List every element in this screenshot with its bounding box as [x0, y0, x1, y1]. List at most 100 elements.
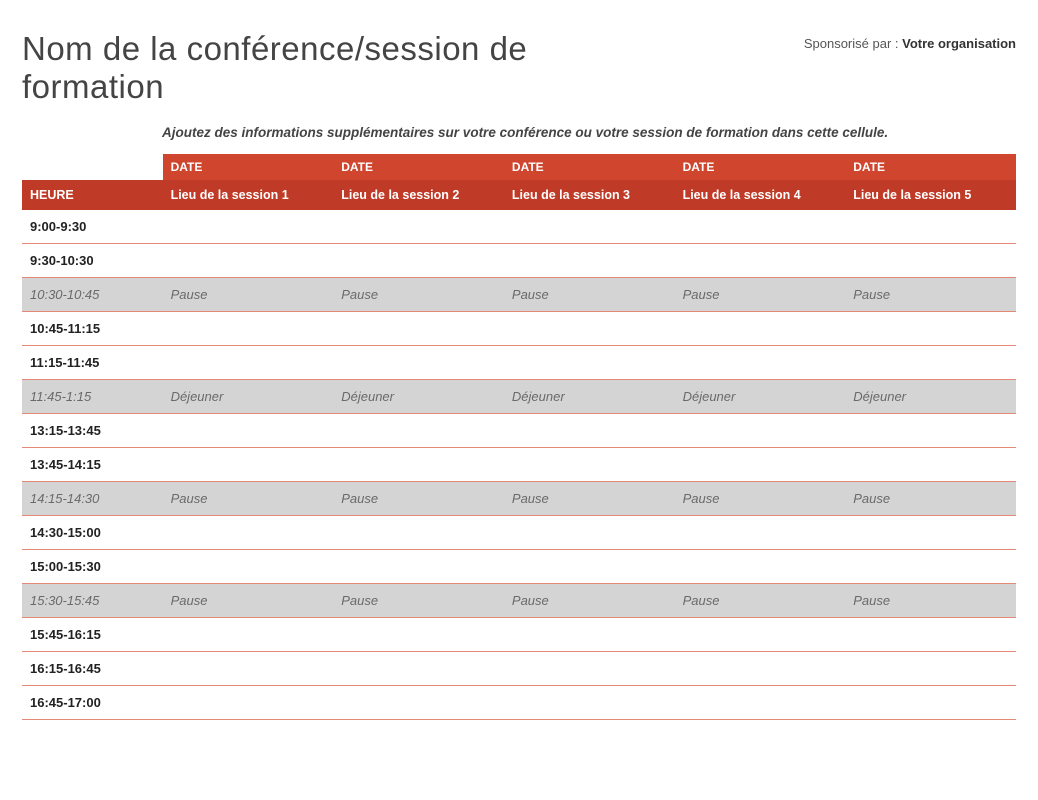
time-cell: 13:15-13:45 — [22, 414, 163, 448]
table-row: 10:30-10:45PausePausePausePausePause — [22, 278, 1016, 312]
session-cell — [163, 686, 334, 720]
session-cell — [333, 312, 504, 346]
session-cell: Pause — [163, 278, 334, 312]
table-row: 16:45-17:00 — [22, 686, 1016, 720]
session-cell — [163, 244, 334, 278]
session-cell — [845, 516, 1016, 550]
session-cell — [163, 312, 334, 346]
header-row-sessions: HEURE Lieu de la session 1 Lieu de la se… — [22, 180, 1016, 210]
session-cell — [675, 210, 846, 244]
session-cell — [504, 448, 675, 482]
session-cell — [675, 618, 846, 652]
session-cell — [163, 210, 334, 244]
session-cell — [845, 414, 1016, 448]
session-cell — [504, 244, 675, 278]
session-cell — [675, 652, 846, 686]
session-cell: Déjeuner — [504, 380, 675, 414]
table-row: 11:45-1:15DéjeunerDéjeunerDéjeunerDéjeun… — [22, 380, 1016, 414]
session-cell: Déjeuner — [845, 380, 1016, 414]
time-cell: 14:15-14:30 — [22, 482, 163, 516]
session-header-5: Lieu de la session 5 — [845, 180, 1016, 210]
session-cell — [504, 346, 675, 380]
session-cell — [845, 686, 1016, 720]
session-cell — [504, 618, 675, 652]
session-cell — [333, 210, 504, 244]
session-cell — [845, 346, 1016, 380]
session-cell — [333, 516, 504, 550]
session-cell — [333, 414, 504, 448]
session-cell — [333, 618, 504, 652]
session-cell — [675, 550, 846, 584]
time-header: HEURE — [22, 180, 163, 210]
table-row: 11:15-11:45 — [22, 346, 1016, 380]
subtitle-block: Ajoutez des informations supplémentaires… — [162, 124, 1016, 142]
header-blank — [22, 154, 163, 180]
date-header-5: DATE — [845, 154, 1016, 180]
session-cell — [845, 618, 1016, 652]
session-cell — [333, 652, 504, 686]
date-header-2: DATE — [333, 154, 504, 180]
session-cell: Pause — [675, 482, 846, 516]
session-cell — [333, 550, 504, 584]
table-row: 9:00-9:30 — [22, 210, 1016, 244]
session-header-4: Lieu de la session 4 — [675, 180, 846, 210]
session-cell — [504, 550, 675, 584]
time-cell: 15:45-16:15 — [22, 618, 163, 652]
session-header-1: Lieu de la session 1 — [163, 180, 334, 210]
date-header-4: DATE — [675, 154, 846, 180]
time-cell: 15:00-15:30 — [22, 550, 163, 584]
session-cell — [163, 448, 334, 482]
time-cell: 16:45-17:00 — [22, 686, 163, 720]
session-cell: Pause — [675, 584, 846, 618]
session-cell — [333, 244, 504, 278]
session-cell — [333, 686, 504, 720]
page-title: Nom de la conférence/session de formatio… — [22, 30, 582, 106]
session-cell: Déjeuner — [675, 380, 846, 414]
time-cell: 9:30-10:30 — [22, 244, 163, 278]
table-row: 14:30-15:00 — [22, 516, 1016, 550]
time-cell: 11:45-1:15 — [22, 380, 163, 414]
table-row: 14:15-14:30PausePausePausePausePause — [22, 482, 1016, 516]
time-cell: 10:45-11:15 — [22, 312, 163, 346]
header: Nom de la conférence/session de formatio… — [22, 30, 1016, 106]
session-cell — [845, 448, 1016, 482]
session-cell: Pause — [333, 584, 504, 618]
session-cell — [845, 210, 1016, 244]
sponsor-label: Sponsorisé par : — [804, 36, 902, 51]
session-cell: Déjeuner — [163, 380, 334, 414]
session-cell — [504, 516, 675, 550]
session-cell: Déjeuner — [333, 380, 504, 414]
session-cell: Pause — [163, 584, 334, 618]
session-cell — [163, 516, 334, 550]
schedule-body: 9:00-9:309:30-10:3010:30-10:45PausePause… — [22, 210, 1016, 720]
session-cell — [163, 652, 334, 686]
table-row: 13:45-14:15 — [22, 448, 1016, 482]
session-cell: Pause — [333, 482, 504, 516]
session-cell — [675, 414, 846, 448]
session-cell — [163, 414, 334, 448]
date-header-3: DATE — [504, 154, 675, 180]
session-cell — [504, 652, 675, 686]
time-cell: 11:15-11:45 — [22, 346, 163, 380]
session-header-2: Lieu de la session 2 — [333, 180, 504, 210]
session-cell — [163, 618, 334, 652]
session-cell: Pause — [675, 278, 846, 312]
subtitle: Ajoutez des informations supplémentaires… — [162, 125, 888, 140]
session-cell — [504, 686, 675, 720]
time-cell: 10:30-10:45 — [22, 278, 163, 312]
session-cell — [504, 414, 675, 448]
table-row: 10:45-11:15 — [22, 312, 1016, 346]
table-row: 13:15-13:45 — [22, 414, 1016, 448]
table-row: 15:45-16:15 — [22, 618, 1016, 652]
session-cell: Pause — [504, 584, 675, 618]
session-cell — [163, 550, 334, 584]
session-cell — [504, 312, 675, 346]
table-row: 16:15-16:45 — [22, 652, 1016, 686]
session-cell: Pause — [845, 278, 1016, 312]
header-row-dates: DATE DATE DATE DATE DATE — [22, 154, 1016, 180]
session-cell — [675, 244, 846, 278]
session-cell: Pause — [845, 482, 1016, 516]
session-cell — [675, 686, 846, 720]
session-cell: Pause — [504, 278, 675, 312]
session-cell — [845, 550, 1016, 584]
